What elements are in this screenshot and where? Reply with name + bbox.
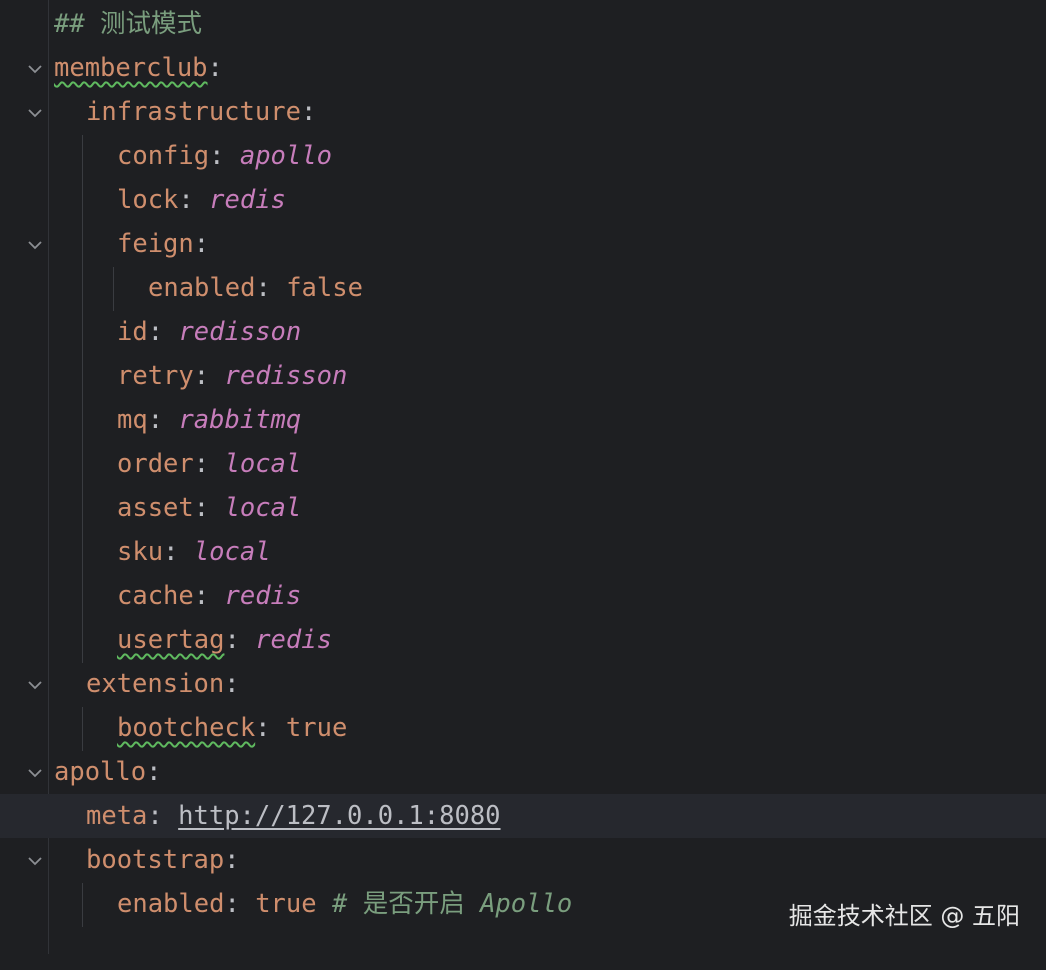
watermark: 掘金技术社区 @ 五阳 <box>788 902 1020 930</box>
yaml-key: cache <box>117 581 194 611</box>
yaml-value: true <box>255 889 317 919</box>
colon: : <box>193 581 210 611</box>
code-line[interactable]: bootcheck: true <box>0 706 1046 750</box>
code-line-current[interactable]: meta: http://127.0.0.1:8080 <box>0 794 1046 838</box>
code-line[interactable]: lock: redis <box>0 178 1046 222</box>
yaml-value: rabbitmq <box>178 405 302 435</box>
url-link[interactable]: http://127.0.0.1:8080 <box>178 801 500 831</box>
yaml-key: usertag <box>117 625 225 655</box>
yaml-value: redis <box>209 185 286 215</box>
yaml-value: apollo <box>239 141 332 171</box>
yaml-key: extension <box>86 669 225 699</box>
yaml-value: redisson <box>178 317 302 347</box>
code-line[interactable]: id: redisson <box>0 310 1046 354</box>
yaml-key: order <box>117 449 194 479</box>
yaml-key: apollo <box>54 757 147 787</box>
colon: : <box>193 449 210 479</box>
comment-hash: # <box>331 889 348 919</box>
code-line[interactable]: config: apollo <box>0 134 1046 178</box>
code-line[interactable]: cache: redis <box>0 574 1046 618</box>
colon: : <box>193 493 210 523</box>
code-line[interactable]: order: local <box>0 442 1046 486</box>
colon: : <box>178 185 194 215</box>
code-line[interactable]: mq: rabbitmq <box>0 398 1046 442</box>
colon: : <box>209 141 225 171</box>
colon: : <box>207 53 223 83</box>
yaml-key: bootstrap <box>86 845 225 875</box>
yaml-key: bootcheck <box>117 713 256 743</box>
code-line[interactable]: retry: redisson <box>0 354 1046 398</box>
code-line[interactable]: asset: local <box>0 486 1046 530</box>
colon: : <box>224 845 240 875</box>
yaml-key: id <box>117 317 148 347</box>
yaml-key: mq <box>117 405 148 435</box>
yaml-value: redis <box>224 581 302 611</box>
colon: : <box>146 757 162 787</box>
colon: : <box>224 889 240 919</box>
yaml-key: retry <box>117 361 194 391</box>
yaml-key: sku <box>117 537 164 567</box>
code-line[interactable]: usertag: redis <box>0 618 1046 662</box>
colon: : <box>255 273 271 303</box>
colon: : <box>147 405 164 435</box>
comment: Apollo <box>480 889 573 919</box>
code-line[interactable]: sku: local <box>0 530 1046 574</box>
colon: : <box>147 801 163 831</box>
yaml-key: asset <box>117 493 194 523</box>
colon: : <box>300 97 317 127</box>
comment: ## 测试模式 <box>54 9 203 39</box>
yaml-key: meta <box>86 801 148 831</box>
yaml-key: lock <box>117 185 179 215</box>
colon: : <box>193 229 210 259</box>
code-line[interactable]: extension: <box>0 662 1046 706</box>
yaml-value: true <box>285 713 348 743</box>
code-line[interactable]: memberclub: <box>0 46 1046 90</box>
code-line[interactable]: bootstrap: <box>0 838 1046 882</box>
code-line[interactable]: feign: <box>0 222 1046 266</box>
yaml-key: infrastructure <box>86 97 301 127</box>
yaml-value: false <box>286 273 363 303</box>
code-line[interactable]: apollo: <box>0 750 1046 794</box>
yaml-value: local <box>224 493 302 523</box>
comment: 是否开启 <box>362 889 465 919</box>
yaml-key: memberclub <box>54 53 208 83</box>
colon: : <box>255 713 271 743</box>
yaml-value: local <box>193 537 271 567</box>
code-line[interactable]: ## 测试模式 <box>0 2 1046 46</box>
yaml-key: feign <box>117 229 194 259</box>
code-line[interactable]: enabled: false <box>0 266 1046 310</box>
yaml-value: local <box>224 449 302 479</box>
code-line[interactable]: infrastructure: <box>0 90 1046 134</box>
yaml-value: redis <box>255 625 332 655</box>
colon: : <box>193 361 210 391</box>
yaml-key: enabled <box>117 889 225 919</box>
yaml-value: redisson <box>224 361 348 391</box>
colon: : <box>224 625 240 655</box>
yaml-key: enabled <box>148 273 256 303</box>
yaml-key: config <box>117 141 210 171</box>
colon: : <box>147 317 164 347</box>
colon: : <box>224 669 240 699</box>
colon: : <box>163 537 179 567</box>
